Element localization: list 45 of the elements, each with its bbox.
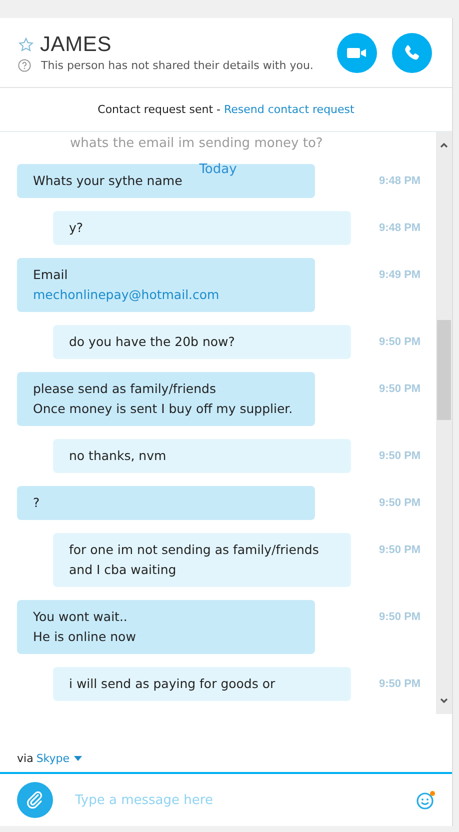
message-text: no thanks, nvm xyxy=(69,447,168,465)
day-label: Today xyxy=(199,162,237,177)
service-dropdown[interactable]: Skype xyxy=(36,752,82,765)
video-call-button[interactable] xyxy=(337,32,377,72)
message-time: 9:50 PM xyxy=(379,678,421,690)
message-text: for one im not sending as family/friends xyxy=(69,541,320,559)
smiley-icon[interactable] xyxy=(416,790,436,810)
message-time: 9:48 PM xyxy=(379,222,421,234)
message-text: Email xyxy=(33,266,69,284)
paperclip-icon xyxy=(25,790,45,810)
contact-status-text: This person has not shared their details with you. xyxy=(41,59,314,72)
message-text: and I cba waiting xyxy=(69,561,178,579)
via-label: via xyxy=(17,752,34,765)
message-input[interactable]: Type a message here xyxy=(73,792,396,808)
phone-icon xyxy=(403,44,421,62)
message-text: i will send as paying for goods or xyxy=(69,675,276,693)
video-camera-icon xyxy=(347,46,367,58)
contact-name: JAMES xyxy=(40,33,112,57)
message-time: 9:49 PM xyxy=(379,269,421,281)
message-time: 9:50 PM xyxy=(379,336,421,348)
message-text: He is online now xyxy=(33,628,137,646)
faded-message-text: whats the email im sending money to? xyxy=(70,136,323,151)
message-time: 9:50 PM xyxy=(379,544,421,556)
message-time: 9:50 PM xyxy=(379,497,421,509)
request-status-text: Contact request sent - xyxy=(98,103,222,116)
message-text: ? xyxy=(33,494,41,512)
message-text: Whats your sythe name xyxy=(33,172,184,190)
message-text: You wont wait.. xyxy=(33,608,128,626)
message-time: 9:50 PM xyxy=(379,383,421,395)
resend-request-link[interactable]: Resend contact request xyxy=(224,103,354,116)
star-icon[interactable] xyxy=(18,37,34,53)
message-time: 9:50 PM xyxy=(379,611,421,623)
message-text: Once money is sent I buy off my supplier. xyxy=(33,400,294,418)
caret-icon xyxy=(74,756,82,761)
scrollbar[interactable] xyxy=(436,132,452,714)
attach-button[interactable] xyxy=(17,782,53,818)
message-time: 9:48 PM xyxy=(379,175,421,187)
email-link[interactable]: mechonlinepay@hotmail.com xyxy=(33,286,299,304)
call-button[interactable] xyxy=(392,32,432,72)
message-time: 9:50 PM xyxy=(379,450,421,462)
message-text: y? xyxy=(69,219,84,237)
scroll-thumb[interactable] xyxy=(437,320,451,420)
message-text: please send as family/friends xyxy=(33,380,217,398)
message-text: do you have the 20b now? xyxy=(69,333,236,351)
help-icon xyxy=(18,59,31,72)
